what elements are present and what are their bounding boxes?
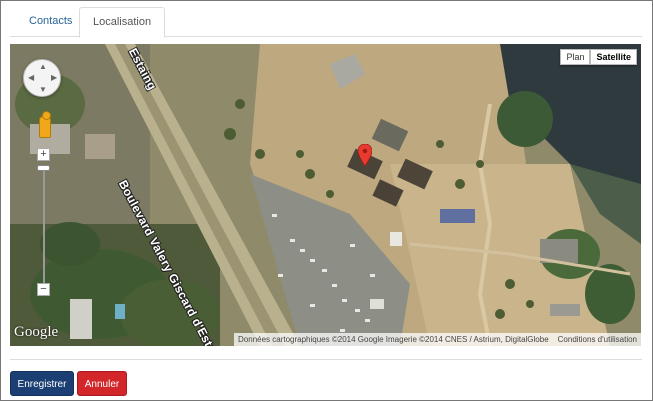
zoom-in-button[interactable]: + [37,148,50,161]
map-type-control: Plan Satellite [560,49,637,65]
attribution-text: Données cartographiques ©2014 Google Ima… [238,335,549,344]
divider [10,359,642,360]
zoom-slider-handle[interactable] [37,165,50,171]
save-button[interactable]: Enregistrer [10,371,74,396]
pan-down-icon[interactable]: ▼ [39,86,47,94]
pan-left-icon[interactable]: ◀ [28,74,34,82]
map-attribution: Données cartographiques ©2014 Google Ima… [234,333,641,346]
google-logo: Google [14,324,59,340]
tab-bar: Contacts Localisation [10,7,642,38]
terms-of-use-link[interactable]: Conditions d'utilisation [558,335,637,344]
satellite-imagery [10,44,641,346]
tab-localisation[interactable]: Localisation [79,7,166,38]
map-type-plan-button[interactable]: Plan [560,49,591,65]
pan-right-icon[interactable]: ▶ [51,74,57,82]
zoom-slider-track[interactable] [43,170,45,287]
location-marker-icon[interactable] [358,144,372,166]
form-panel: Contacts Localisation Plan Satellite ▲ ▼… [0,0,653,401]
zoom-out-button[interactable]: − [37,283,50,296]
pan-control[interactable]: ▲ ▼ ◀ ▶ [23,59,61,97]
street-view-pegman-icon[interactable] [39,111,51,138]
pan-up-icon[interactable]: ▲ [39,63,47,71]
cancel-button[interactable]: Annuler [77,371,127,396]
map-type-satellite-button[interactable]: Satellite [590,49,637,65]
map-view[interactable]: Plan Satellite ▲ ▼ ◀ ▶ + − Boulevard Val… [10,44,641,346]
tab-contacts[interactable]: Contacts [16,7,85,38]
